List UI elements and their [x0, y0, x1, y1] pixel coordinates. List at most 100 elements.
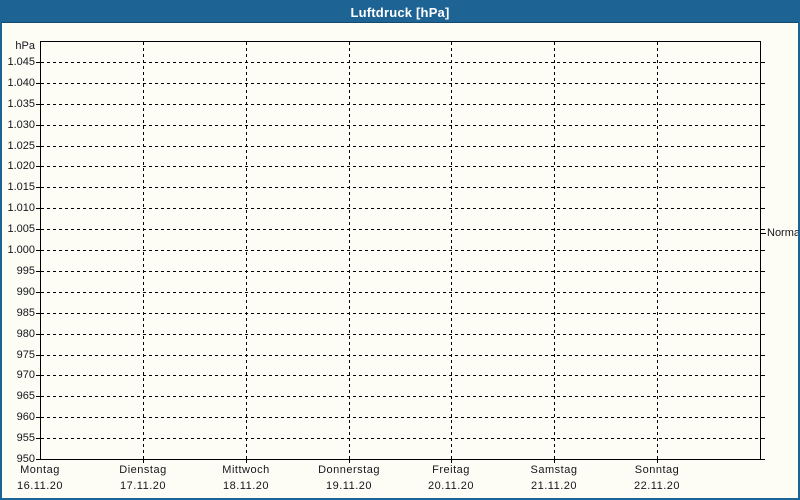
y-tick-mark	[36, 229, 40, 230]
y-gridline	[41, 62, 759, 63]
y-gridline	[41, 396, 759, 397]
normal-annotation-label: Normal	[767, 226, 800, 240]
y-tick-label: 990	[2, 285, 35, 299]
y-tick-mark	[761, 417, 765, 418]
chart-canvas: hPa 1.045 1.040 1.035 1.030 1.025 1.020 1.015 1…	[2, 2, 798, 498]
y-tick-mark	[761, 396, 765, 397]
y-tick-mark	[761, 166, 765, 167]
y-tick-mark	[36, 417, 40, 418]
y-tick-mark	[36, 396, 40, 397]
x-date-label: 19.11.20	[299, 479, 399, 493]
y-tick-label: 960	[2, 410, 35, 424]
y-gridline	[41, 104, 759, 105]
y-tick-label: 965	[2, 389, 35, 403]
y-tick-mark	[36, 355, 40, 356]
x-date-label: 20.11.20	[401, 479, 501, 493]
y-tick-mark	[36, 83, 40, 84]
x-date-label: 22.11.20	[607, 479, 707, 493]
x-gridline	[143, 42, 144, 459]
x-gridline	[246, 42, 247, 459]
y-tick-mark	[761, 375, 765, 376]
y-gridline	[41, 271, 759, 272]
chart-window: Luftdruck [hPa] hPa 1.0451.0401.0351.030…	[0, 0, 800, 500]
y-tick-mark	[36, 250, 40, 251]
y-tick-label: 1.010	[2, 201, 35, 215]
y-tick-mark	[761, 146, 765, 147]
y-tick-label: 1.005	[2, 222, 35, 236]
y-tick-mark	[761, 208, 765, 209]
y-tick-mark	[761, 459, 765, 460]
y-tick-label: 955	[2, 431, 35, 445]
x-gridline	[554, 42, 555, 459]
y-gridline	[41, 208, 759, 209]
normal-tick-mark	[761, 233, 766, 234]
y-tick-mark	[36, 125, 40, 126]
x-date-label: 21.11.20	[504, 479, 604, 493]
y-tick-label: 1.045	[2, 55, 35, 69]
y-tick-mark	[761, 438, 765, 439]
y-tick-mark	[36, 62, 40, 63]
y-gridline	[41, 187, 759, 188]
y-gridline	[41, 438, 759, 439]
y-tick-mark	[36, 271, 40, 272]
y-gridline	[41, 166, 759, 167]
x-day-label: Montag	[0, 463, 90, 477]
x-date-label: 18.11.20	[196, 479, 296, 493]
y-tick-label: 1.025	[2, 139, 35, 153]
y-tick-mark	[36, 459, 40, 460]
y-tick-mark	[761, 355, 765, 356]
y-tick-mark	[36, 375, 40, 376]
y-tick-label: 975	[2, 348, 35, 362]
x-day-label: Donnerstag	[299, 463, 399, 477]
y-gridline	[41, 375, 759, 376]
y-tick-label: 1.020	[2, 159, 35, 173]
y-gridline	[41, 313, 759, 314]
y-tick-mark	[761, 313, 765, 314]
x-day-label: Dienstag	[93, 463, 193, 477]
x-date-label: 16.11.20	[0, 479, 90, 493]
y-tick-mark	[761, 83, 765, 84]
y-tick-mark	[36, 313, 40, 314]
y-tick-label: 1.040	[2, 76, 35, 90]
y-gridline	[41, 334, 759, 335]
y-gridline	[41, 146, 759, 147]
x-day-label: Samstag	[504, 463, 604, 477]
y-tick-mark	[761, 292, 765, 293]
y-tick-label: 1.015	[2, 180, 35, 194]
x-gridline	[349, 42, 350, 459]
x-day-label: Mittwoch	[196, 463, 296, 477]
y-tick-label: 1.030	[2, 118, 35, 132]
x-day-label: Freitag	[401, 463, 501, 477]
y-tick-mark	[36, 104, 40, 105]
y-tick-label: 1.035	[2, 97, 35, 111]
y-tick-label: 980	[2, 327, 35, 341]
y-tick-label: 995	[2, 264, 35, 278]
y-gridline	[41, 125, 759, 126]
y-gridline	[41, 417, 759, 418]
y-gridline	[41, 355, 759, 356]
y-tick-mark	[36, 292, 40, 293]
y-tick-mark	[36, 438, 40, 439]
y-gridline	[41, 250, 759, 251]
y-tick-mark	[36, 146, 40, 147]
y-tick-mark	[761, 229, 765, 230]
x-gridline	[451, 42, 452, 459]
y-gridline	[41, 83, 759, 84]
y-tick-mark	[36, 208, 40, 209]
y-tick-mark	[761, 271, 765, 272]
y-gridline	[41, 292, 759, 293]
y-tick-mark	[761, 187, 765, 188]
y-gridline	[41, 229, 759, 230]
x-gridline	[657, 42, 658, 459]
y-tick-mark	[761, 250, 765, 251]
x-date-label: 17.11.20	[93, 479, 193, 493]
y-tick-mark	[761, 334, 765, 335]
x-day-label: Sonntag	[607, 463, 707, 477]
y-tick-mark	[761, 104, 765, 105]
y-tick-mark	[761, 125, 765, 126]
y-tick-mark	[761, 62, 765, 63]
y-tick-mark	[36, 334, 40, 335]
y-axis-unit-label: hPa	[2, 39, 35, 53]
y-tick-label: 985	[2, 306, 35, 320]
y-tick-mark	[36, 187, 40, 188]
